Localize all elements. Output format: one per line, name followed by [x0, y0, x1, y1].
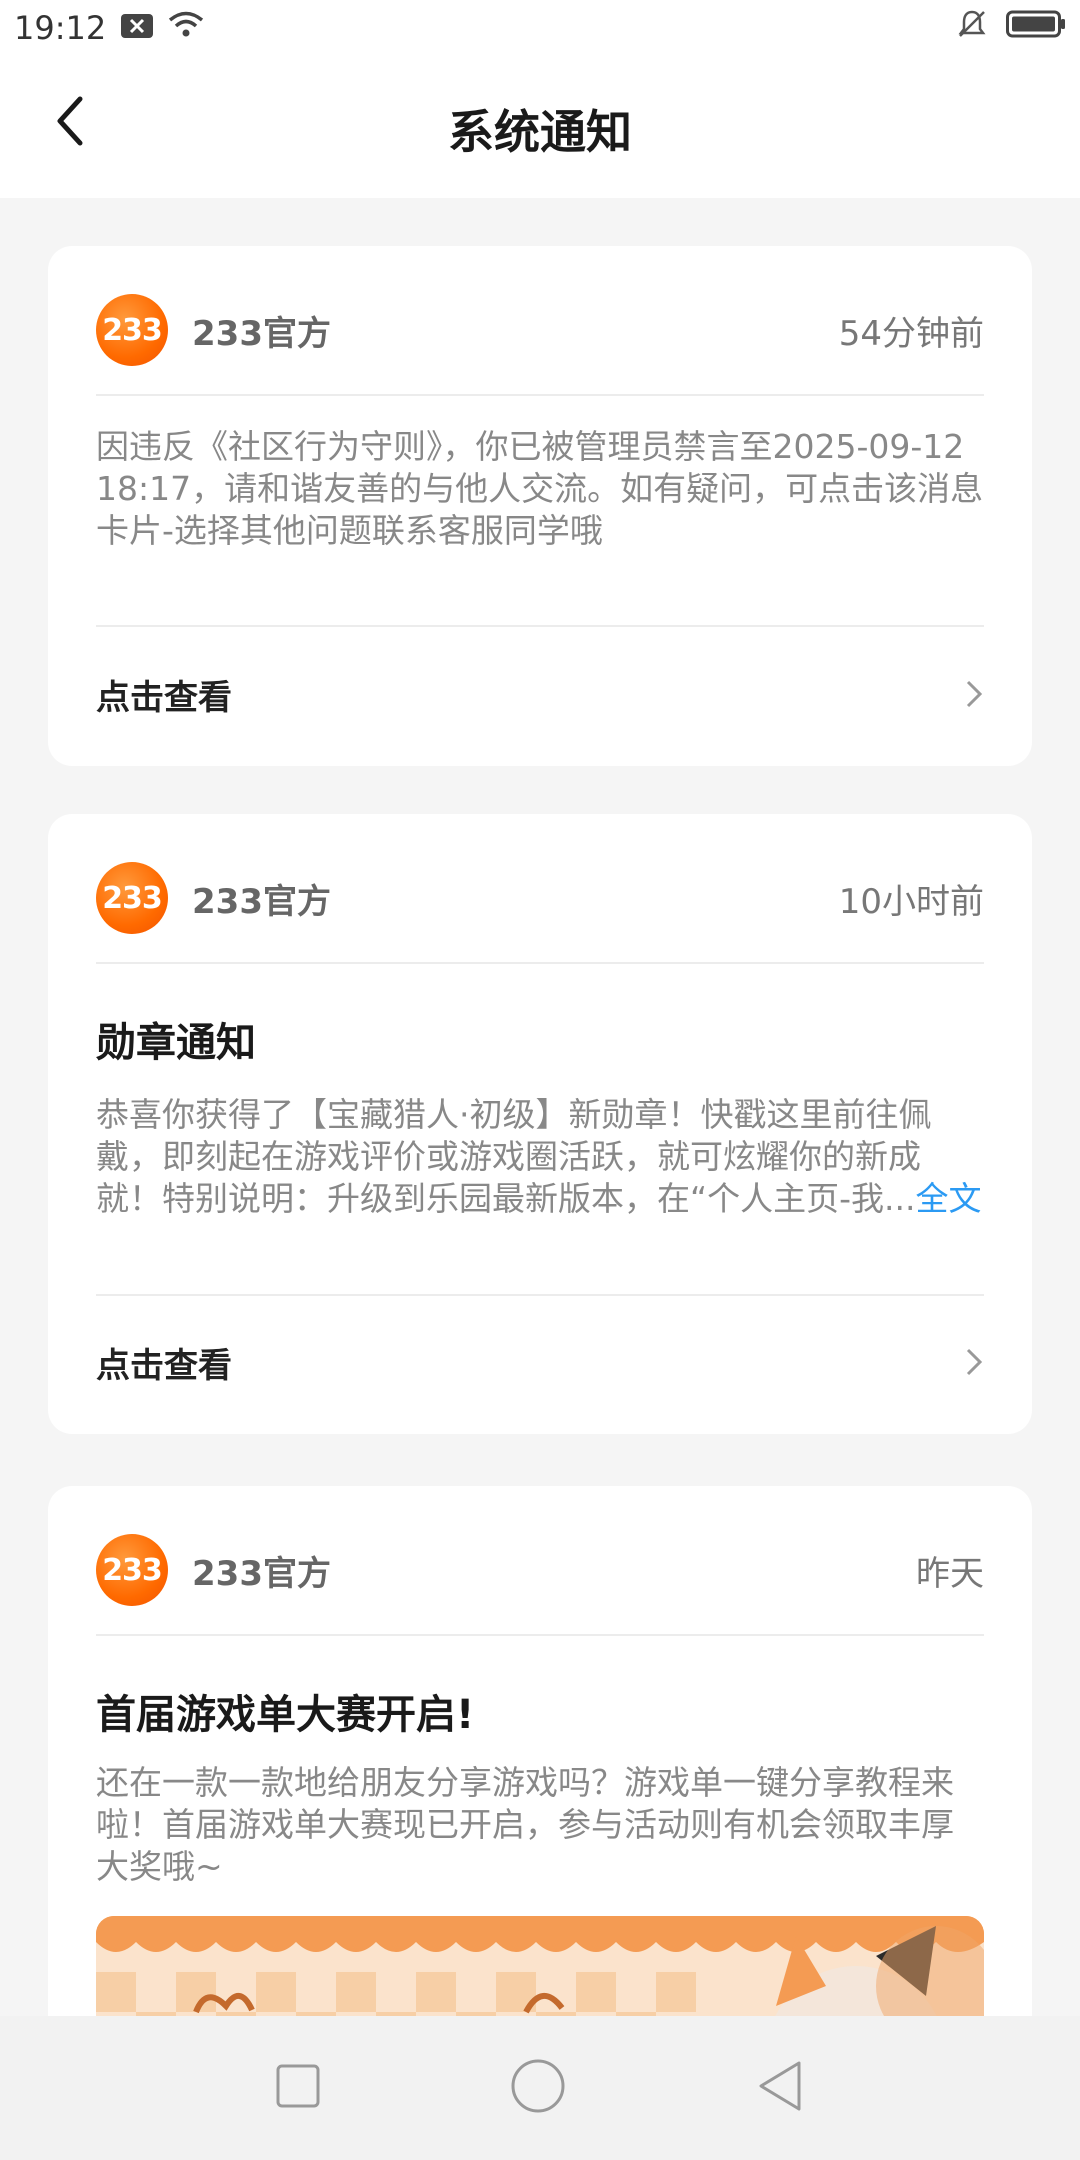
- system-back-button[interactable]: [755, 2058, 805, 2118]
- divider: [96, 625, 984, 627]
- page-title: 系统通知: [448, 105, 632, 159]
- official-logo: 233: [96, 862, 168, 934]
- status-time: 19:12: [14, 9, 107, 47]
- logo-text: 233: [102, 1552, 163, 1588]
- chevron-right-icon: [966, 680, 983, 708]
- circle-icon: [511, 2059, 565, 2113]
- bell-muted-icon: [956, 8, 988, 48]
- notification-card[interactable]: 233 233官方 10小时前 勋章通知 恭喜你获得了【宝藏猎人·初级】新勋章！…: [48, 814, 1032, 1434]
- app-bar: 系统通知: [0, 56, 1080, 198]
- view-details-label: 点击查看: [96, 677, 232, 718]
- recent-apps-button[interactable]: [275, 2063, 321, 2113]
- chevron-right-icon: [966, 1348, 983, 1376]
- notification-body: 因违反《社区行为守则》，你已被管理员禁言至2025-09-12 18:17，请和…: [96, 427, 984, 550]
- wifi-icon: [168, 9, 204, 47]
- notification-body: 恭喜你获得了【宝藏猎人·初级】新勋章！快戳这里前往佩戴，即刻起在游戏评价或游戏圈…: [96, 1094, 984, 1220]
- divider: [96, 1294, 984, 1296]
- divider: [96, 1634, 984, 1636]
- official-logo: 233: [96, 1534, 168, 1606]
- system-navigation-bar: [0, 2016, 1080, 2160]
- card-header: 233 233官方 10小时前: [96, 862, 984, 936]
- full-text-link[interactable]: 全文: [915, 1179, 981, 1218]
- view-details-label: 点击查看: [96, 1345, 232, 1386]
- notification-x-icon: [120, 9, 154, 47]
- sender-name: 233官方: [192, 314, 331, 354]
- timestamp: 54分钟前: [838, 314, 984, 354]
- official-logo: 233: [96, 294, 168, 366]
- notification-list[interactable]: 233 233官方 54分钟前 因违反《社区行为守则》，你已被管理员禁言至202…: [0, 198, 1080, 2016]
- notification-body-text: 恭喜你获得了【宝藏猎人·初级】新勋章！快戳这里前往佩戴，即刻起在游戏评价或游戏圈…: [96, 1095, 932, 1218]
- notification-body: 还在一款一款地给朋友分享游戏吗？游戏单一键分享教程来啦！首届游戏单大赛现已开启，…: [96, 1763, 954, 1886]
- sender-name: 233官方: [192, 882, 331, 922]
- battery-icon: [1006, 9, 1066, 47]
- notification-title: 首届游戏单大赛开启!: [96, 1692, 475, 1738]
- card-header: 233 233官方 昨天: [96, 1534, 984, 1608]
- notification-card[interactable]: 233 233官方 昨天 首届游戏单大赛开启! 还在一款一款地给朋友分享游戏吗？…: [48, 1486, 1032, 2016]
- status-bar: 19:12: [0, 0, 1080, 56]
- event-banner-image[interactable]: [96, 1916, 984, 2016]
- notification-title: 勋章通知: [96, 1020, 256, 1066]
- home-button[interactable]: [510, 2058, 566, 2118]
- logo-text: 233: [102, 312, 163, 348]
- timestamp: 昨天: [916, 1554, 984, 1594]
- view-details-row[interactable]: 点击查看: [96, 654, 984, 734]
- timestamp: 10小时前: [838, 882, 984, 922]
- notification-card[interactable]: 233 233官方 54分钟前 因违反《社区行为守则》，你已被管理员禁言至202…: [48, 246, 1032, 766]
- square-icon: [276, 2064, 320, 2108]
- divider: [96, 394, 984, 396]
- sender-name: 233官方: [192, 1554, 331, 1594]
- card-header: 233 233官方 54分钟前: [96, 294, 984, 368]
- view-details-row[interactable]: 点击查看: [96, 1322, 984, 1402]
- logo-text: 233: [102, 880, 163, 916]
- triangle-back-icon: [759, 2061, 801, 2111]
- divider: [96, 962, 984, 964]
